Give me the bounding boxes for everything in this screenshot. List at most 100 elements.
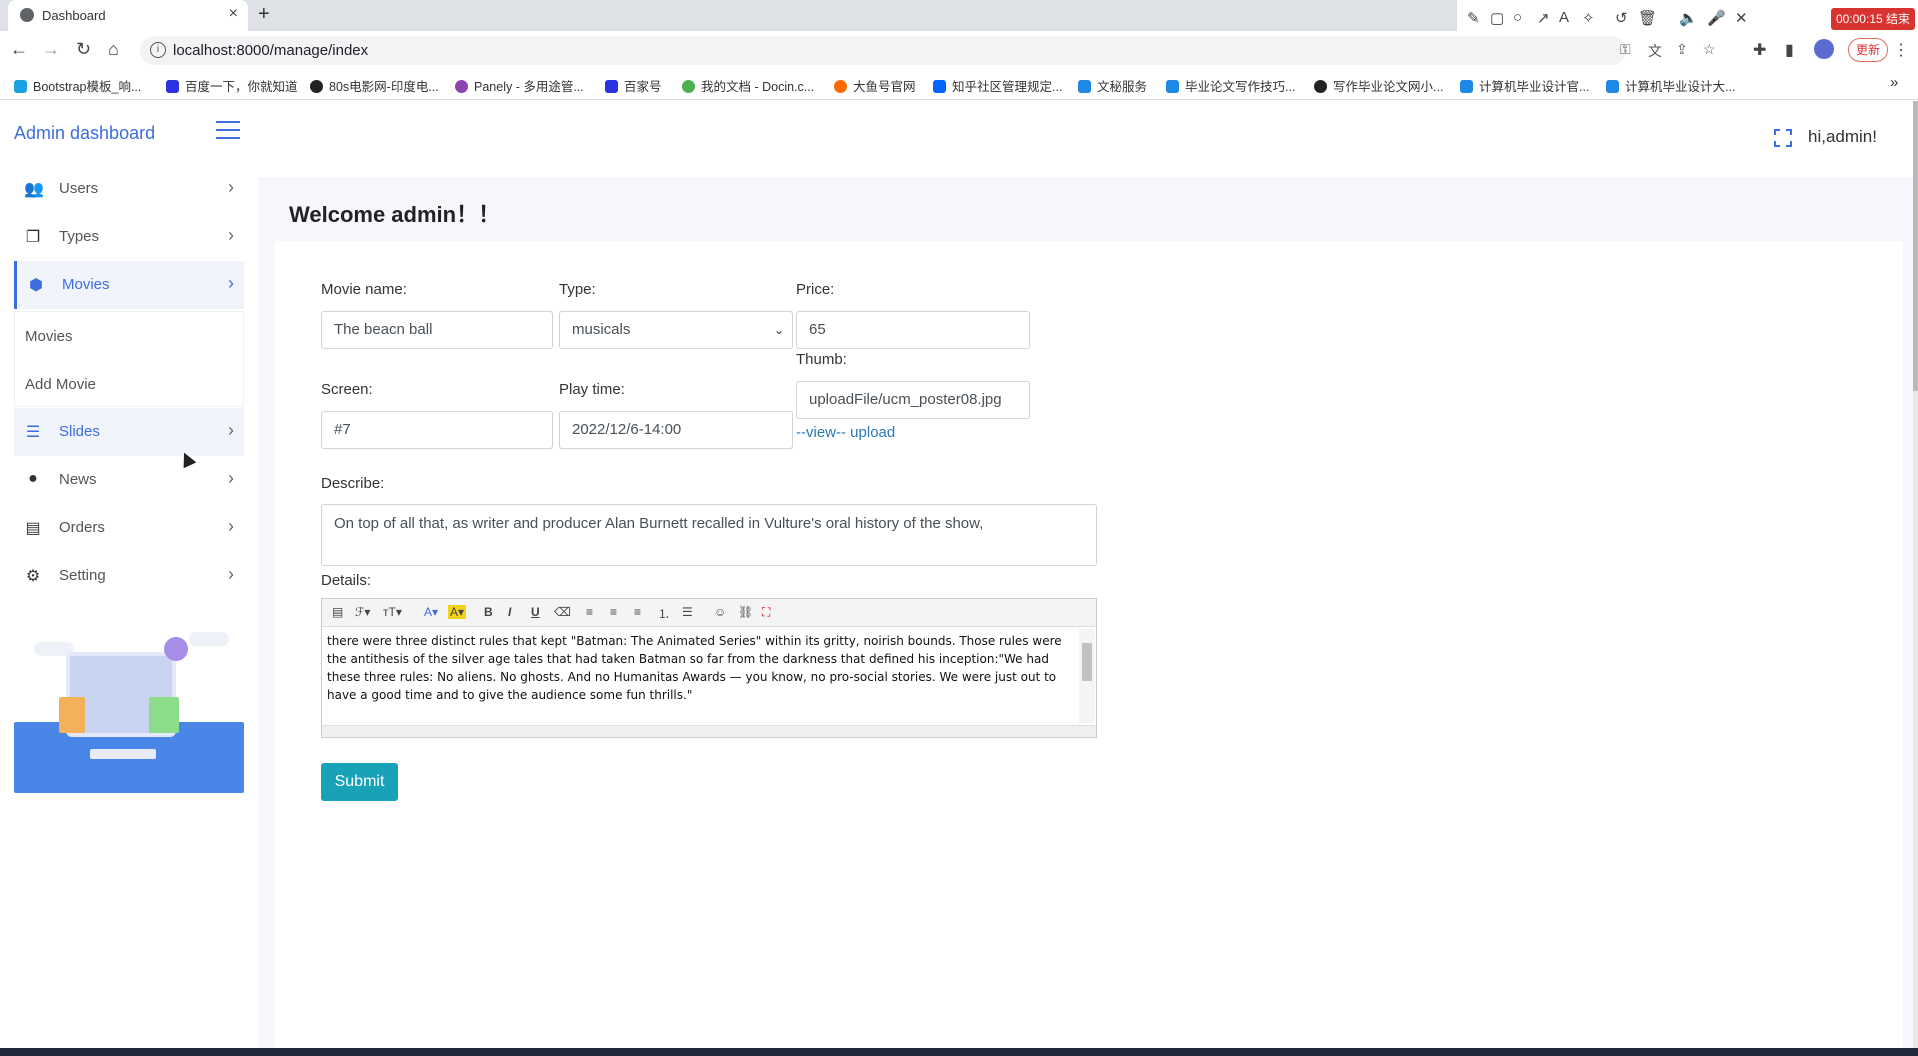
pencil-icon[interactable]: ✎ — [1467, 9, 1480, 27]
main-content: Welcome admin！！ Movie name: The beacn ba… — [258, 177, 1913, 1048]
bookmark-icon — [14, 80, 27, 93]
users-icon: 👥 — [24, 181, 44, 198]
unordered-list-icon[interactable]: ☰ — [682, 605, 693, 619]
submenu-item-add-movie[interactable]: Add Movie — [25, 376, 96, 393]
submit-button[interactable]: Submit — [321, 763, 398, 801]
forward-icon[interactable]: → — [42, 39, 60, 60]
chevron-right-icon: › — [228, 420, 234, 440]
source-icon[interactable]: ▤ — [332, 605, 343, 619]
editor-scrollbar[interactable] — [1079, 629, 1095, 723]
bookmark-label: 大鱼号官网 — [853, 80, 916, 94]
address-bar[interactable]: i localhost:8000/manage/index ⚿ 文 ⇪ ☆ — [140, 36, 1716, 65]
more-menu-icon[interactable]: ⋮ — [1893, 40, 1909, 60]
sidebar-item-news[interactable]: ● News › — [14, 456, 244, 504]
arrow-tool-icon[interactable]: ↗ — [1537, 9, 1550, 27]
bold-icon[interactable]: B — [484, 605, 493, 619]
text-tool-icon[interactable]: A — [1559, 9, 1569, 26]
bookmark-item[interactable]: 百家号 — [605, 76, 662, 95]
magic-wand-icon[interactable]: ✧ — [1582, 9, 1595, 27]
fullscreen-editor-icon[interactable]: ⛶ — [762, 605, 770, 620]
bookmark-label: 写作毕业论文网小... — [1333, 80, 1444, 94]
sidebar-item-orders[interactable]: ▤ Orders › — [14, 504, 244, 552]
bookmark-item[interactable]: 大鱼号官网 — [834, 76, 916, 95]
ordered-list-icon[interactable]: ⒈ — [658, 605, 670, 622]
font-family-icon[interactable]: ℱ▾ — [355, 605, 370, 619]
close-tab-icon[interactable]: × — [229, 5, 238, 23]
trash-icon[interactable]: 🗑 — [1638, 9, 1657, 27]
hamburger-menu-icon[interactable] — [216, 121, 240, 141]
profile-avatar-icon[interactable] — [1814, 39, 1834, 59]
align-left-icon[interactable]: ≡ — [586, 605, 593, 619]
italic-icon[interactable]: I — [508, 605, 511, 619]
editor-resize-handle[interactable] — [322, 725, 1096, 737]
info-icon[interactable]: i — [150, 42, 166, 58]
bookmarks-overflow-icon[interactable]: » — [1890, 74, 1898, 91]
screen-input[interactable]: #7 — [321, 411, 553, 449]
view-link[interactable]: --view-- — [796, 424, 846, 441]
bookmark-item[interactable]: 计算机毕业设计大... — [1606, 76, 1735, 95]
font-color-icon[interactable]: A▾ — [424, 605, 438, 619]
microphone-icon[interactable]: 🎤 — [1707, 9, 1726, 27]
puzzle-icon[interactable]: ✚ — [1753, 40, 1766, 60]
home-icon[interactable]: ⌂ — [108, 39, 119, 60]
page-scrollbar[interactable] — [1913, 101, 1918, 1048]
play-time-input[interactable]: 2022/12/6-14:00 — [559, 411, 793, 449]
movie-name-input[interactable]: The beacn ball — [321, 311, 553, 349]
align-right-icon[interactable]: ≡ — [634, 605, 641, 619]
editor-toolbar: ▤ ℱ▾ тT▾ A▾ A▾ B I U ⌫ ≡ ≡ ≡ ⒈ ☰ ☺ ⛓ ⛶ — [322, 599, 1096, 627]
circle-tool-icon[interactable]: ○ — [1513, 9, 1522, 26]
eraser-icon[interactable]: ⌫ — [554, 605, 571, 619]
bookmark-label: Bootstrap模板_响... — [33, 80, 142, 94]
sidebar-item-movies[interactable]: ⬢ Movies › — [14, 261, 244, 309]
editor-content[interactable]: there were three distinct rules that kep… — [327, 632, 1072, 704]
align-center-icon[interactable]: ≡ — [610, 605, 617, 619]
browser-nav-bar: ← → ↻ ⌂ i localhost:8000/manage/index ⚿ … — [0, 31, 1918, 70]
bookmark-label: 文秘服务 — [1097, 80, 1148, 94]
browser-update-button[interactable]: 更新 — [1848, 38, 1888, 62]
thumb-input[interactable]: uploadFile/ucm_poster08.jpg — [796, 381, 1030, 419]
details-rich-editor: ▤ ℱ▾ тT▾ A▾ A▾ B I U ⌫ ≡ ≡ ≡ ⒈ ☰ ☺ ⛓ ⛶ t… — [321, 598, 1097, 738]
bookmark-item[interactable]: 百度一下，你就知道 — [166, 76, 298, 95]
highlight-color-icon[interactable]: A▾ — [448, 605, 467, 619]
fullscreen-icon[interactable] — [1774, 129, 1792, 147]
undo-icon[interactable]: ↺ — [1615, 9, 1628, 27]
bookmark-item[interactable]: Panely - 多用途管... — [455, 76, 584, 95]
reload-icon[interactable]: ↻ — [76, 39, 91, 60]
back-icon[interactable]: ← — [10, 39, 28, 60]
bookmark-item[interactable]: 80s电影网-印度电... — [310, 76, 439, 95]
translate-icon[interactable]: 文 — [1648, 41, 1662, 61]
bookmark-item[interactable]: Bootstrap模板_响... — [14, 76, 141, 95]
rectangle-icon[interactable]: ▢ — [1490, 9, 1504, 27]
sidebar-item-types[interactable]: ❐ Types › — [14, 213, 244, 261]
type-select[interactable]: musicals ⌄ — [559, 311, 793, 349]
bookmark-label: 我的文档 - Docin.c... — [701, 80, 815, 94]
key-icon[interactable]: ⚿ — [1620, 41, 1631, 58]
bookmark-item[interactable]: 计算机毕业设计官... — [1460, 76, 1589, 95]
recorder-stop-button[interactable]: 00:00:15 结束 — [1830, 8, 1915, 30]
sidepanel-icon[interactable]: ▮ — [1785, 40, 1794, 60]
bookmark-item[interactable]: 写作毕业论文网小... — [1314, 76, 1443, 95]
emoji-icon[interactable]: ☺ — [714, 605, 726, 619]
upload-link[interactable]: upload — [850, 424, 895, 441]
user-greeting[interactable]: hi,admin! — [1808, 127, 1877, 147]
link-icon[interactable]: ⛓ — [738, 605, 753, 619]
new-tab-button[interactable]: + — [258, 3, 270, 26]
describe-textarea[interactable]: On top of all that, as writer and produc… — [321, 504, 1097, 566]
bookmark-item[interactable]: 文秘服务 — [1078, 76, 1147, 95]
bookmark-item[interactable]: 毕业论文写作技巧... — [1166, 76, 1295, 95]
sidebar-item-setting[interactable]: ⚙ Setting › — [14, 552, 244, 600]
share-icon[interactable]: ⇪ — [1676, 41, 1688, 58]
submenu-item-movies[interactable]: Movies — [25, 328, 73, 345]
sidebar-item-users[interactable]: 👥 Users › — [14, 165, 244, 213]
price-input[interactable]: 65 — [796, 311, 1030, 349]
bookmark-item[interactable]: 我的文档 - Docin.c... — [682, 76, 814, 95]
close-recorder-icon[interactable]: ✕ — [1735, 9, 1748, 27]
font-size-icon[interactable]: тT▾ — [383, 605, 402, 619]
sidebar-item-slides[interactable]: ☰ Slides › — [14, 408, 244, 456]
speaker-icon[interactable]: 🔈 — [1679, 9, 1698, 27]
underline-icon[interactable]: U — [531, 605, 540, 619]
star-icon[interactable]: ☆ — [1703, 41, 1716, 58]
browser-tab-dashboard[interactable]: Dashboard × — [8, 0, 248, 31]
brand-title[interactable]: Admin dashboard — [14, 123, 155, 144]
bookmark-item[interactable]: 知乎社区管理规定... — [933, 76, 1062, 95]
